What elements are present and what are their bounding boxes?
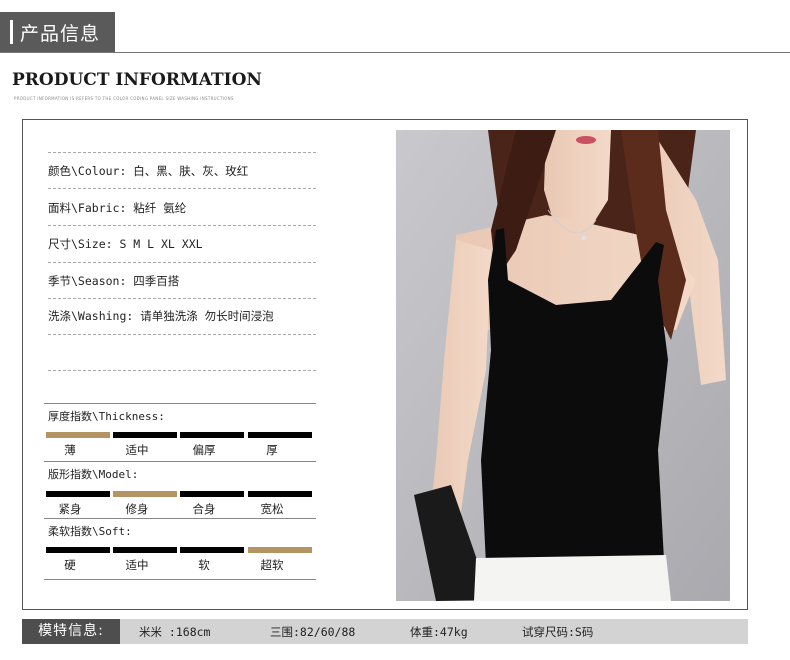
thickness-segment: [113, 432, 177, 438]
thickness-title: 厚度指数\Thickness:: [48, 410, 165, 423]
thickness-option-label: 薄: [64, 443, 76, 457]
soft-option-label: 超软: [260, 558, 284, 572]
row-divider: [48, 152, 316, 153]
row-divider: [48, 298, 316, 299]
model-segment: [248, 491, 312, 497]
model-segment: [46, 491, 110, 497]
model-option-label: 宽松: [260, 502, 284, 516]
info-colour: 颜色\Colour: 白、黑、肤、灰、玫红: [48, 164, 249, 178]
scale-divider: [44, 518, 316, 519]
soft-segment: [248, 547, 312, 553]
row-divider: [48, 188, 316, 189]
soft-option-label: 软: [198, 558, 210, 572]
model-option-label: 修身: [125, 502, 149, 516]
row-divider: [48, 334, 316, 335]
info-size: 尺寸\Size: S M L XL XXL: [48, 237, 203, 251]
soft-option-label: 硬: [64, 558, 76, 572]
model-info-tag: 模特信息:: [22, 619, 120, 644]
model-option-label: 紧身: [58, 502, 82, 516]
thickness-segment: [180, 432, 244, 438]
row-divider: [48, 370, 316, 371]
page-subheading: PRODUCT INFORMATION IS REFERS TO THE COL…: [14, 96, 234, 101]
model-title: 版形指数\Model:: [48, 468, 139, 481]
page-heading: PRODUCT INFORMATION: [12, 70, 262, 90]
info-season: 季节\Season: 四季百搭: [48, 274, 180, 288]
thickness-option-label: 厚: [266, 443, 278, 457]
scale-divider: [44, 461, 316, 462]
thickness-segment: [46, 432, 110, 438]
model-photo-illustration: [396, 130, 730, 601]
info-washing: 洗涤\Washing: 请单独洗涤 勿长时间浸泡: [48, 309, 274, 323]
model-tried-size: 试穿尺码:S码: [522, 625, 594, 639]
model-height: 米米 :168cm: [139, 625, 211, 639]
soft-segment: [180, 547, 244, 553]
banner-accent-bar: [10, 20, 13, 44]
info-fabric: 面料\Fabric: 粘纤 氨纶: [48, 201, 187, 215]
model-segment: [180, 491, 244, 497]
banner-title: 产品信息: [20, 23, 101, 45]
thickness-segment: [248, 432, 312, 438]
model-photo: [396, 130, 730, 601]
model-option-label: 合身: [192, 502, 216, 516]
thickness-option-label: 适中: [125, 443, 149, 457]
header-divider: [0, 52, 790, 53]
model-segment: [113, 491, 177, 497]
soft-option-label: 适中: [125, 558, 149, 572]
scale-divider: [44, 579, 316, 580]
soft-segment: [113, 547, 177, 553]
section-banner: 产品信息: [0, 12, 115, 52]
model-info-bar: 模特信息: 米米 :168cm 三围:82/60/88 体重:47kg 试穿尺码…: [22, 619, 748, 644]
model-measurements: 三围:82/60/88: [270, 625, 356, 639]
row-divider: [48, 225, 316, 226]
model-weight: 体重:47kg: [410, 625, 468, 639]
soft-title: 柔软指数\Soft:: [48, 525, 132, 538]
row-divider: [48, 262, 316, 263]
scale-divider: [44, 403, 316, 404]
soft-segment: [46, 547, 110, 553]
thickness-option-label: 偏厚: [192, 443, 216, 457]
